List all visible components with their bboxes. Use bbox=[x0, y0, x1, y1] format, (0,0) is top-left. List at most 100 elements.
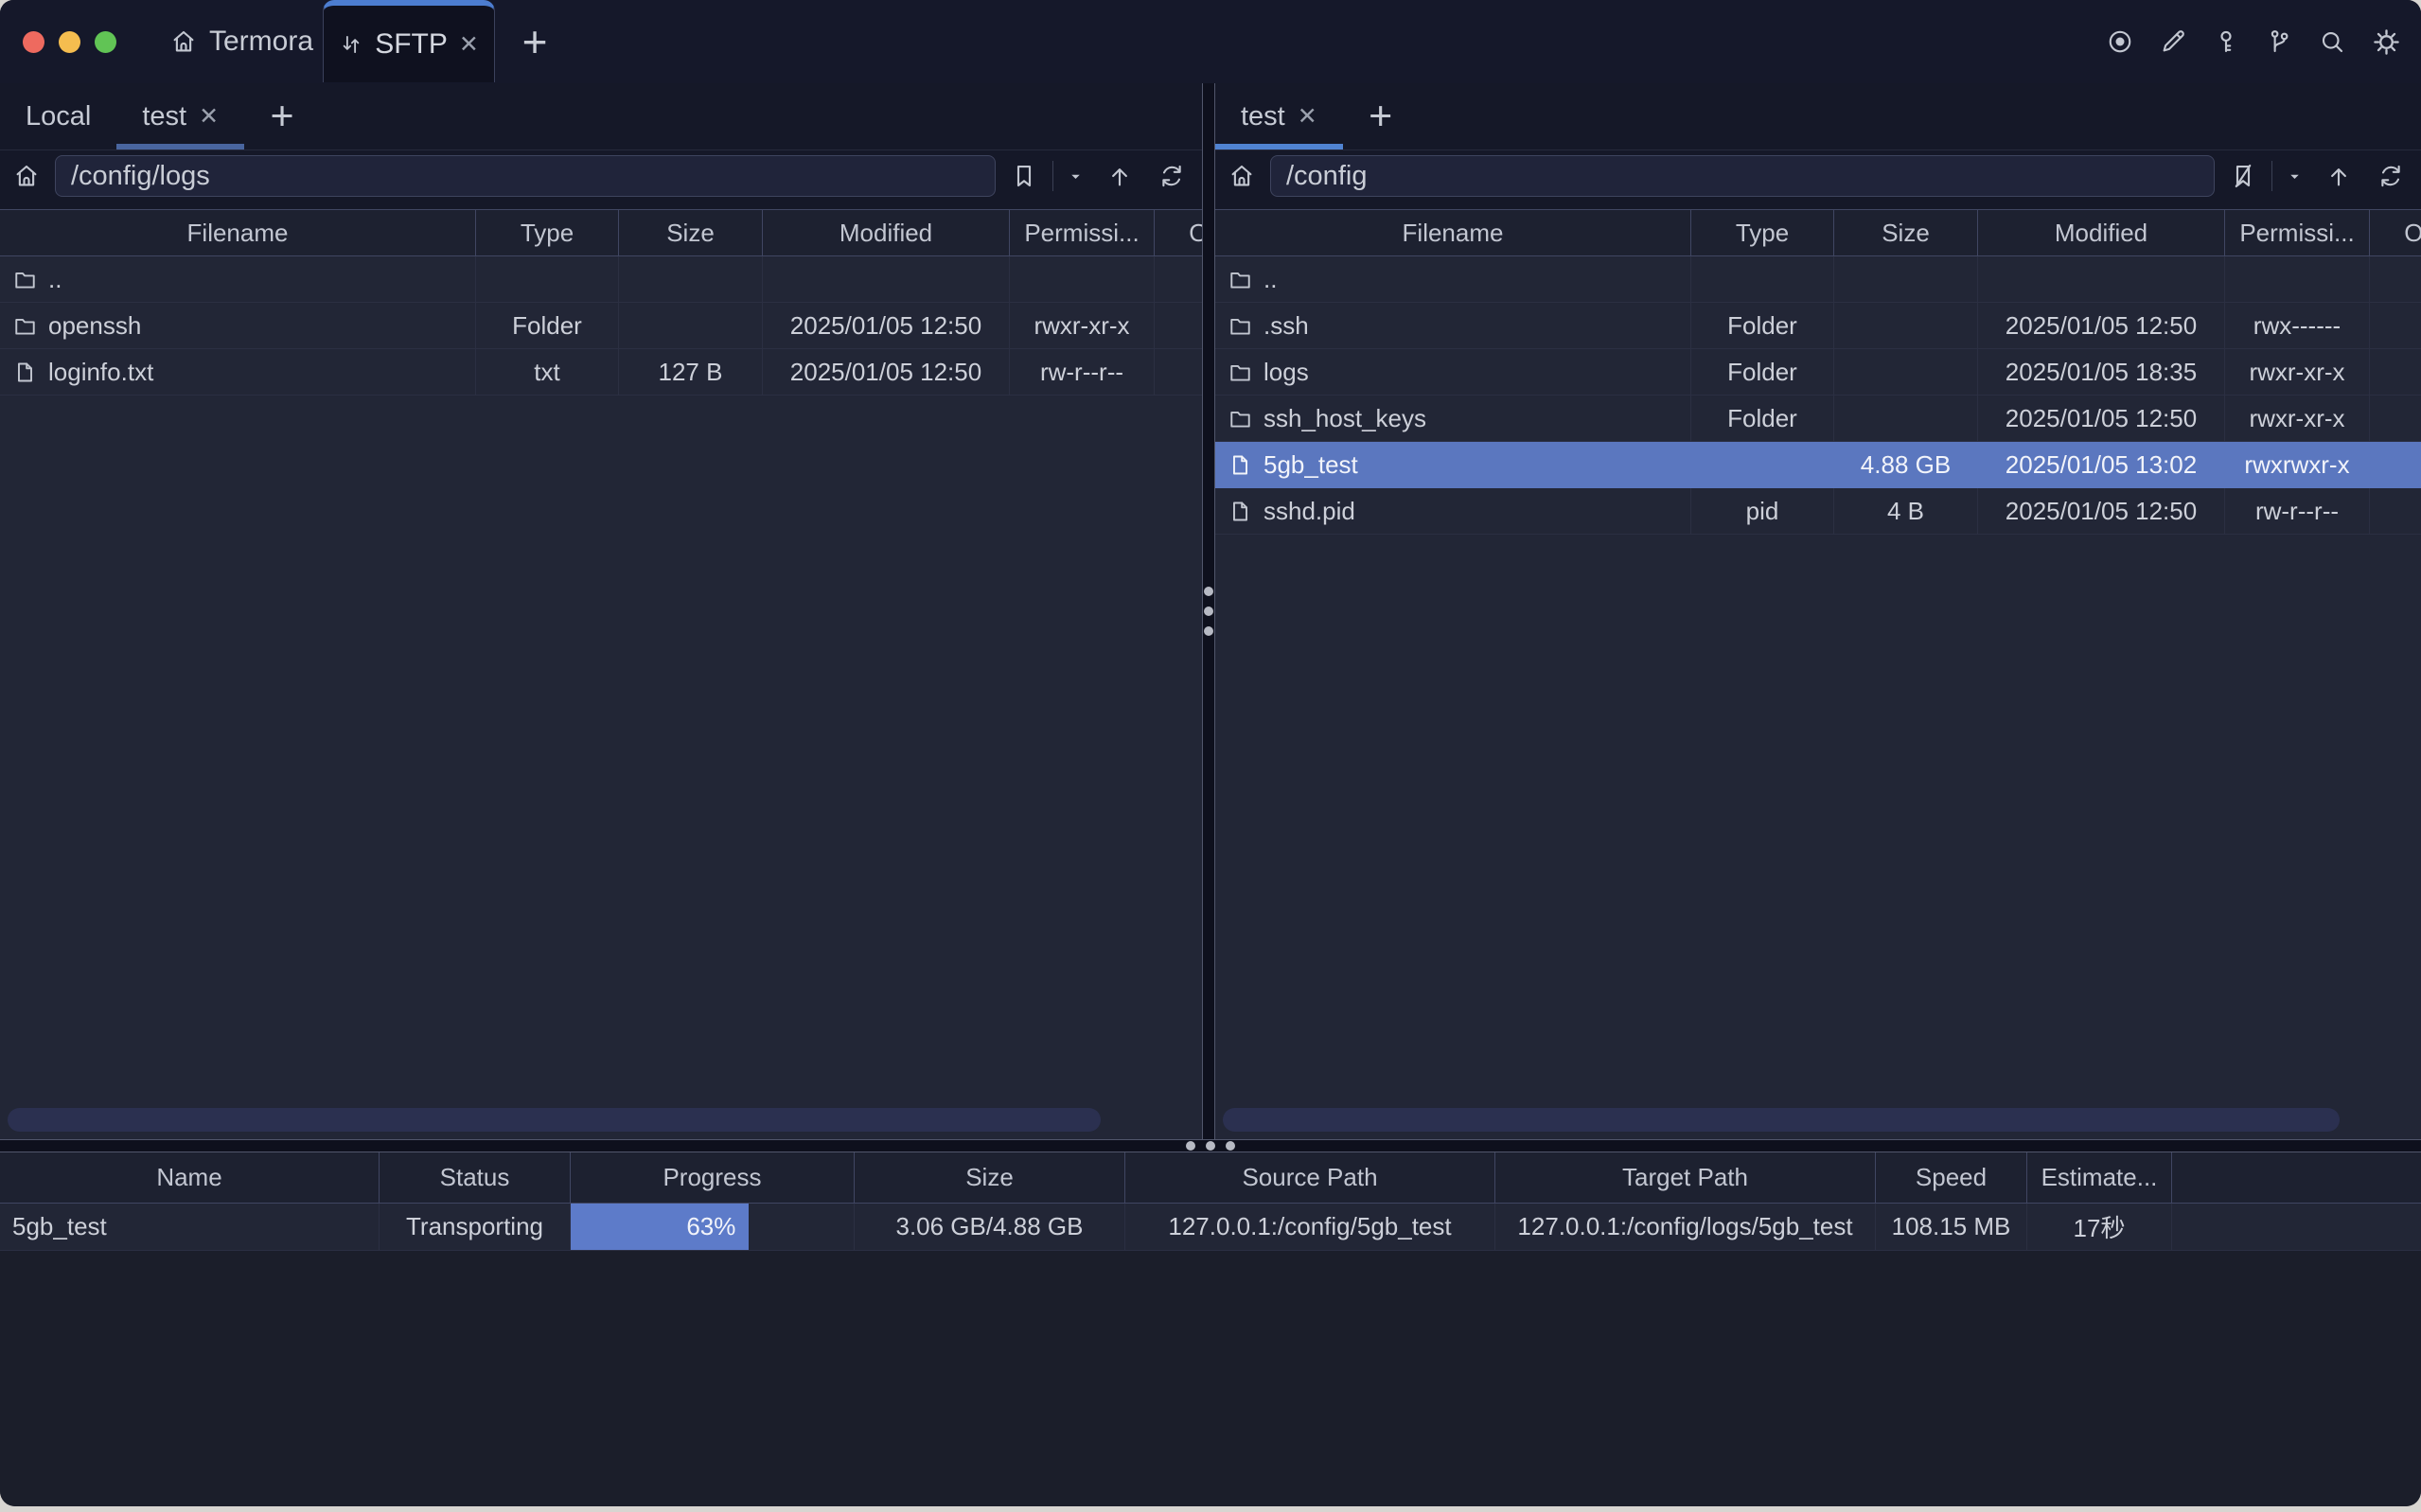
minimize-window-button[interactable] bbox=[59, 31, 80, 53]
bookmark-icon[interactable] bbox=[1010, 162, 1038, 190]
left-path-field bbox=[55, 155, 996, 197]
refresh-icon[interactable] bbox=[1157, 162, 1186, 190]
column-header-modified[interactable]: Modified bbox=[763, 210, 1010, 255]
file-row[interactable]: .ssh Folder 2025/01/05 12:50 rwx------ bbox=[1215, 303, 2421, 349]
close-sftp-tab-icon[interactable]: ✕ bbox=[459, 30, 479, 59]
file-size bbox=[1834, 303, 1978, 348]
column-header-type[interactable]: Type bbox=[1691, 210, 1834, 255]
branch-icon[interactable] bbox=[2265, 27, 2293, 56]
close-tab-icon[interactable]: ✕ bbox=[1298, 102, 1317, 131]
file-row[interactable]: 5gb_test 4.88 GB 2025/01/05 13:02 rwxrwx… bbox=[1215, 442, 2421, 488]
close-window-button[interactable] bbox=[23, 31, 44, 53]
tab-local[interactable]: Local bbox=[0, 83, 116, 149]
right-file-table: Filename Type Size Modified Permissi... … bbox=[1215, 209, 2421, 1139]
file-row[interactable]: ssh_host_keys Folder 2025/01/05 12:50 rw… bbox=[1215, 396, 2421, 442]
zoom-window-button[interactable] bbox=[95, 31, 116, 53]
column-header-progress[interactable]: Progress bbox=[571, 1152, 855, 1203]
splitter-grip-dot bbox=[1226, 1141, 1235, 1151]
file-row[interactable]: sshd.pid pid 4 B 2025/01/05 12:50 rw-r--… bbox=[1215, 488, 2421, 535]
file-name: logs bbox=[1264, 358, 1309, 387]
column-header-type[interactable]: Type bbox=[476, 210, 619, 255]
column-header-modified[interactable]: Modified bbox=[1978, 210, 2225, 255]
right-pane: test ✕ + Filename Type bbox=[1215, 83, 2421, 1139]
new-main-tab-button[interactable]: + bbox=[514, 21, 556, 62]
pane-splitter-vertical[interactable] bbox=[1202, 83, 1215, 1139]
home-button[interactable] bbox=[12, 162, 41, 190]
record-icon[interactable] bbox=[2106, 27, 2134, 56]
transfer-arrows-icon bbox=[339, 32, 363, 57]
refresh-icon[interactable] bbox=[2377, 162, 2405, 190]
settings-gear-icon[interactable] bbox=[2371, 26, 2402, 58]
file-permissions: rwxr-xr-x bbox=[2225, 349, 2370, 395]
column-header-filename[interactable]: Filename bbox=[1215, 210, 1691, 255]
file-row[interactable]: loginfo.txt txt 127 B 2025/01/05 12:50 r… bbox=[0, 349, 1202, 396]
left-pane: Local test ✕ + bbox=[0, 83, 1202, 1139]
tab-termora-home[interactable]: Termora bbox=[169, 26, 313, 58]
column-header-permissions[interactable]: Permissi... bbox=[2225, 210, 2370, 255]
folder-icon bbox=[1228, 267, 1253, 292]
file-row[interactable]: logs Folder 2025/01/05 18:35 rwxr-xr-x bbox=[1215, 349, 2421, 396]
left-path-input[interactable] bbox=[56, 156, 995, 196]
edit-pencil-icon[interactable] bbox=[2159, 27, 2187, 56]
tab-test-left[interactable]: test ✕ bbox=[116, 83, 244, 149]
new-session-tab-button[interactable]: + bbox=[1356, 83, 1405, 149]
file-icon bbox=[1228, 499, 1253, 524]
parent-directory-icon[interactable] bbox=[1105, 162, 1134, 190]
column-header-speed[interactable]: Speed bbox=[1876, 1152, 2027, 1203]
column-header-permissions[interactable]: Permissi... bbox=[1010, 210, 1155, 255]
bookmark-dropdown-icon[interactable] bbox=[1068, 168, 1084, 185]
column-header-target-path[interactable]: Target Path bbox=[1495, 1152, 1876, 1203]
column-header-size[interactable]: Size bbox=[619, 210, 763, 255]
column-header-source-path[interactable]: Source Path bbox=[1125, 1152, 1495, 1203]
column-header-size[interactable]: Size bbox=[1834, 210, 1978, 255]
new-session-tab-button[interactable]: + bbox=[257, 83, 307, 149]
bookmark-slash-icon[interactable] bbox=[2229, 162, 2257, 190]
key-icon[interactable] bbox=[2212, 27, 2240, 56]
transfer-estimate: 17秒 bbox=[2027, 1204, 2172, 1250]
column-header-owner[interactable]: Owner bbox=[1155, 210, 1202, 255]
file-row[interactable]: .. bbox=[0, 256, 1202, 303]
file-owner bbox=[2370, 488, 2421, 534]
bookmark-dropdown-icon[interactable] bbox=[2287, 168, 2303, 185]
transfer-progress-bar: 63% bbox=[571, 1204, 749, 1250]
file-size bbox=[619, 303, 763, 348]
file-name: .ssh bbox=[1264, 311, 1309, 341]
column-header-estimate[interactable]: Estimate... bbox=[2027, 1152, 2172, 1203]
right-horizontal-scrollbar[interactable] bbox=[1223, 1108, 2340, 1132]
file-owner bbox=[2370, 396, 2421, 441]
traffic-lights bbox=[23, 31, 116, 53]
file-size bbox=[1834, 349, 1978, 395]
column-header-name[interactable]: Name bbox=[0, 1152, 380, 1203]
file-row[interactable]: .. bbox=[1215, 256, 2421, 303]
file-size: 127 B bbox=[619, 349, 763, 395]
column-header-filename[interactable]: Filename bbox=[0, 210, 476, 255]
splitter-grip-dot bbox=[1186, 1141, 1195, 1151]
left-horizontal-scrollbar[interactable] bbox=[8, 1108, 1101, 1132]
right-path-input[interactable] bbox=[1271, 156, 2214, 196]
sftp-tab-label: SFTP bbox=[375, 28, 448, 61]
file-type: Folder bbox=[1691, 303, 1834, 348]
column-header-status[interactable]: Status bbox=[380, 1152, 571, 1203]
parent-directory-icon[interactable] bbox=[2324, 162, 2353, 190]
transfer-row[interactable]: 5gb_test Transporting 63% 3.06 GB/4.88 G… bbox=[0, 1204, 2421, 1251]
right-table-rows: .. .ssh bbox=[1215, 256, 2421, 535]
column-header-owner[interactable]: Owner bbox=[2370, 210, 2421, 255]
folder-icon bbox=[1228, 313, 1253, 339]
tab-test-right[interactable]: test ✕ bbox=[1215, 83, 1343, 149]
column-header-size[interactable]: Size bbox=[855, 1152, 1125, 1203]
file-size bbox=[619, 256, 763, 302]
home-button[interactable] bbox=[1228, 162, 1256, 190]
file-modified bbox=[1978, 256, 2225, 302]
transfer-panel-splitter[interactable] bbox=[0, 1139, 2421, 1152]
file-owner bbox=[2370, 303, 2421, 348]
tab-sftp[interactable]: SFTP ✕ bbox=[323, 0, 495, 82]
transfer-table-header: Name Status Progress Size Source Path Ta… bbox=[0, 1152, 2421, 1204]
close-tab-icon[interactable]: ✕ bbox=[199, 102, 219, 131]
file-row[interactable]: openssh Folder 2025/01/05 12:50 rwxr-xr-… bbox=[0, 303, 1202, 349]
search-icon[interactable] bbox=[2318, 27, 2346, 56]
right-toolbar bbox=[1215, 150, 2421, 209]
splitter-grip-dot bbox=[1204, 607, 1213, 616]
file-size: 4.88 GB bbox=[1834, 442, 1978, 487]
file-type: txt bbox=[476, 349, 619, 395]
folder-icon bbox=[1228, 406, 1253, 431]
